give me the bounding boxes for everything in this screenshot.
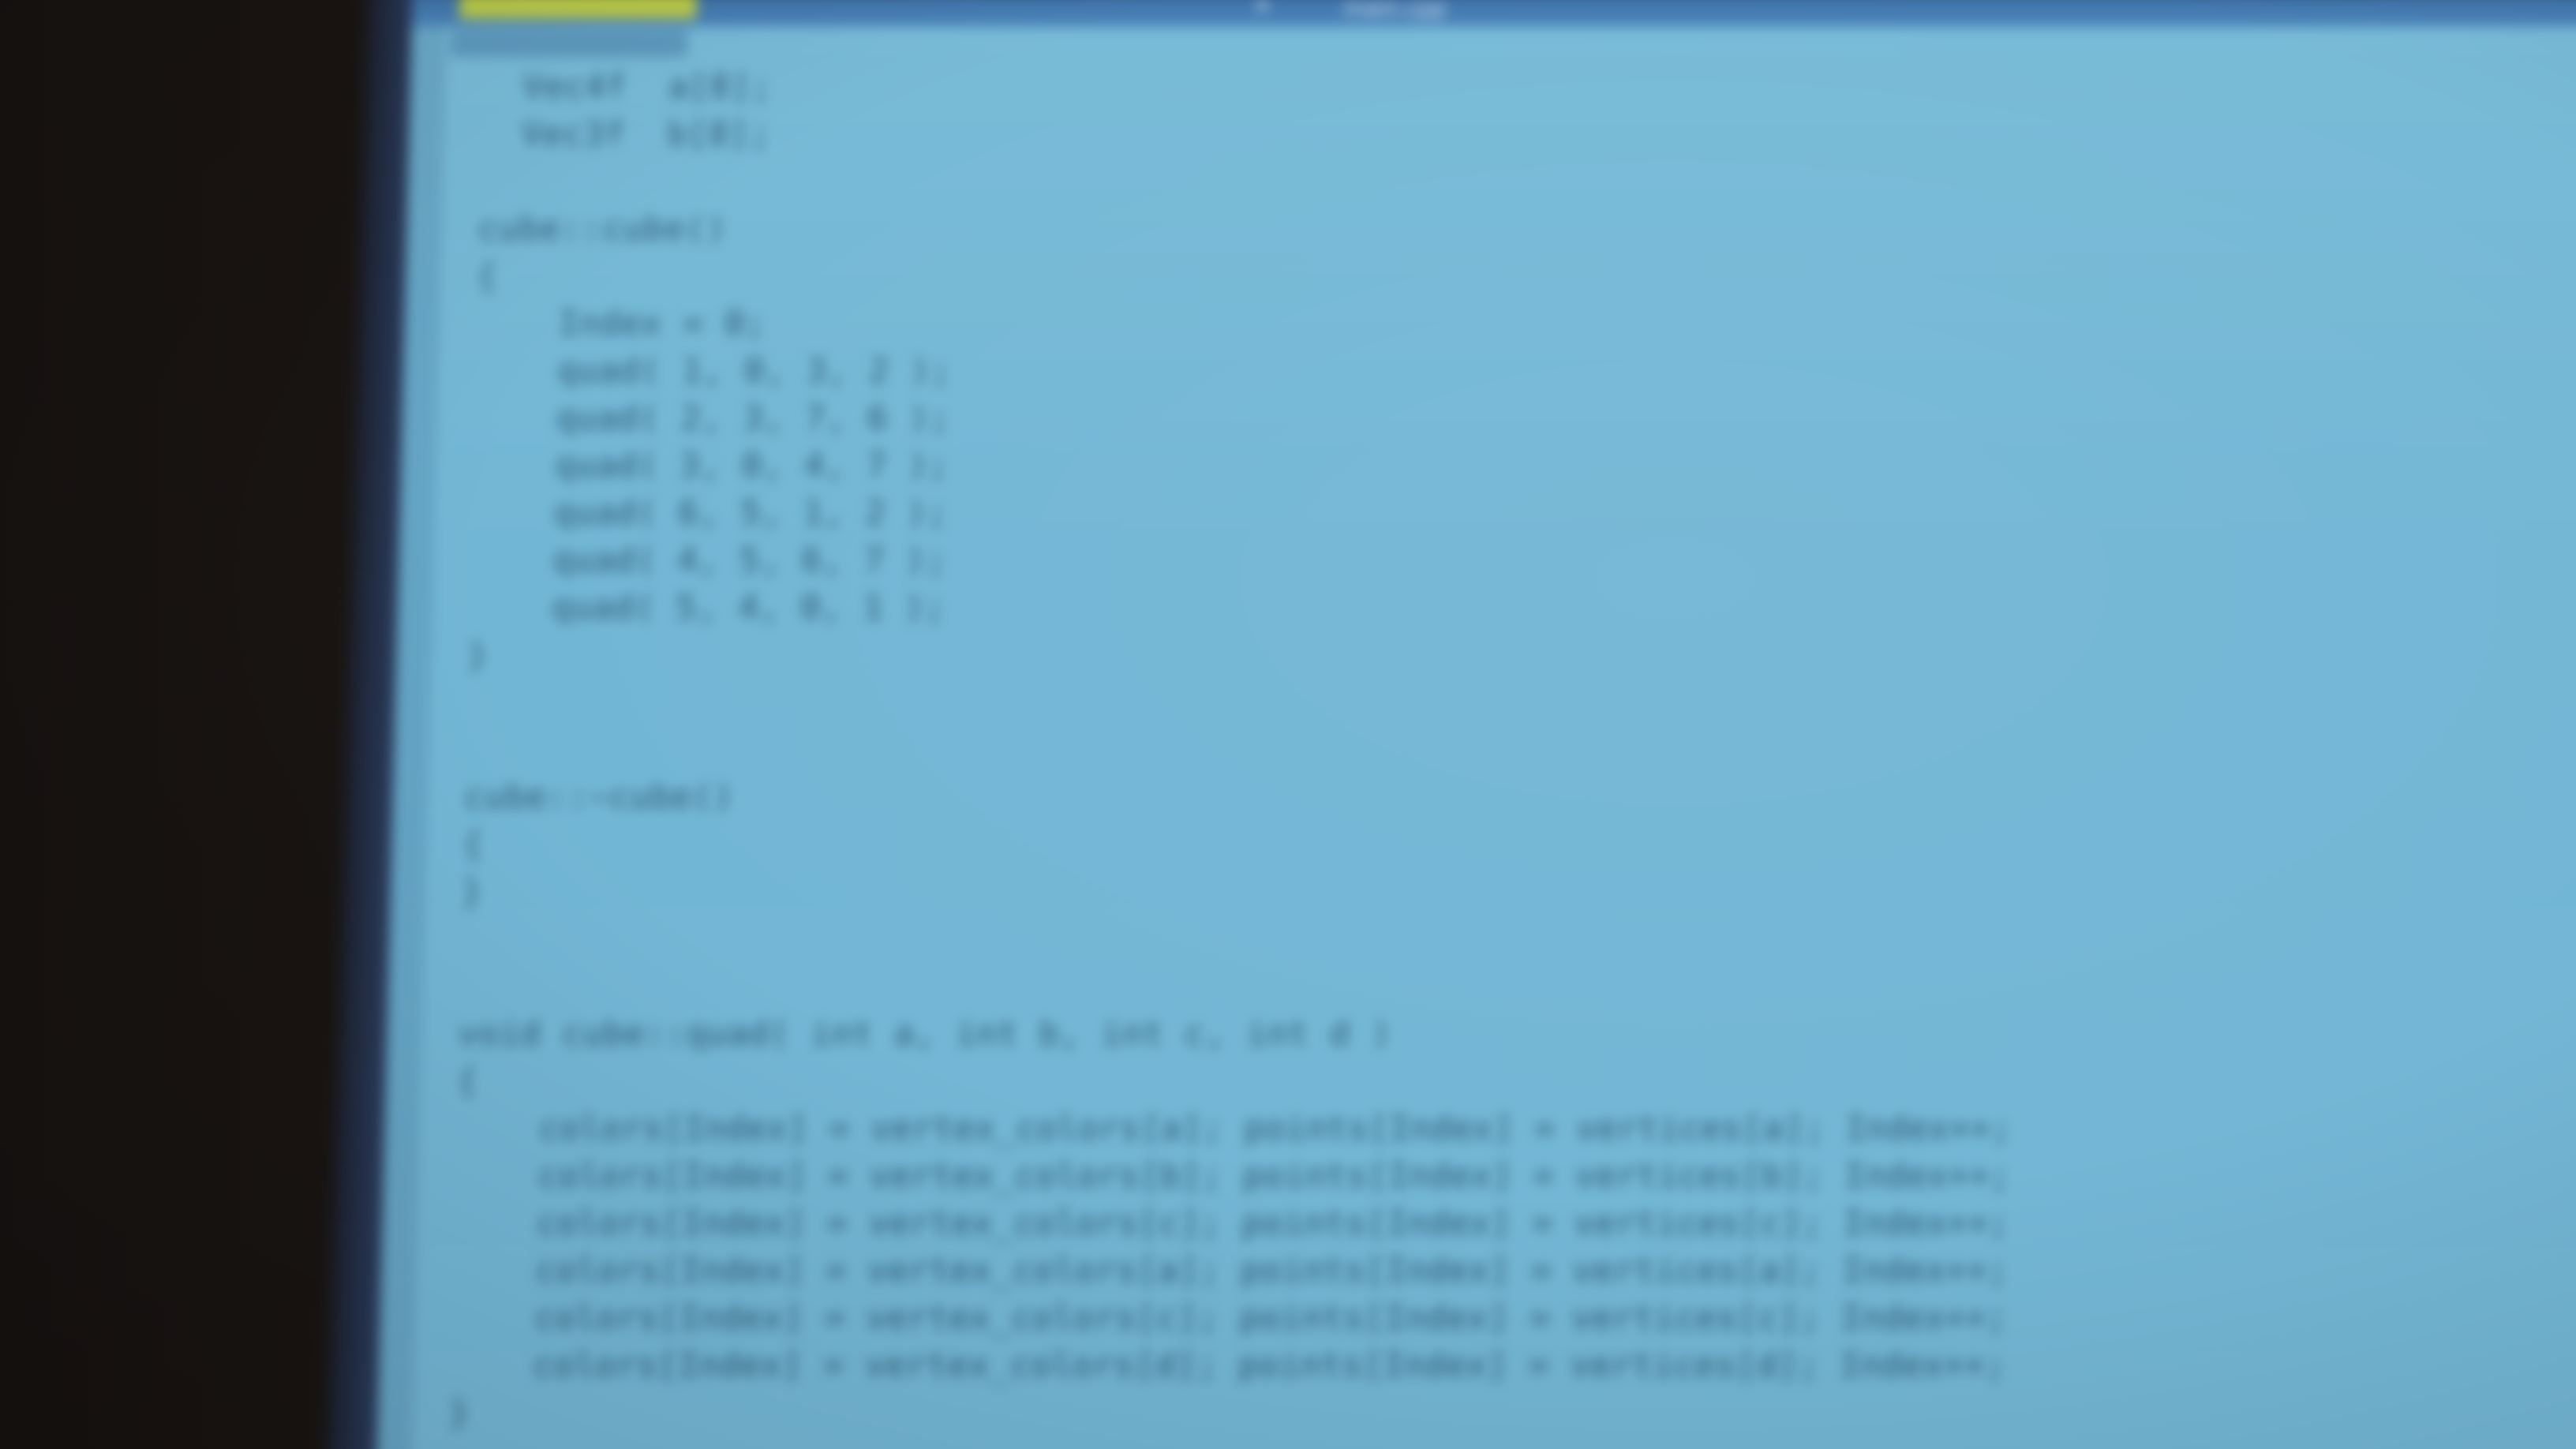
code-line[interactable]: Vec3f b[8]; xyxy=(480,110,2037,158)
code-line[interactable]: } xyxy=(461,868,2018,915)
code-line[interactable] xyxy=(459,963,2016,1010)
code-line[interactable] xyxy=(478,158,2035,205)
code-line[interactable]: Vec4f a[8]; xyxy=(481,63,2038,110)
code-line[interactable]: colors[Index] = vertex_colors[c]; points… xyxy=(451,1294,2008,1342)
code-line[interactable]: quad( 5, 4, 0, 1 ); xyxy=(468,584,2025,631)
code-line[interactable]: cube::~cube() xyxy=(463,773,2020,821)
code-line[interactable]: quad( 4, 5, 6, 7 ); xyxy=(470,537,2027,584)
code-line[interactable]: colors[Index] = vertex_colors[b]; points… xyxy=(455,1152,2012,1200)
code-line[interactable]: quad( 2, 3, 7, 6 ); xyxy=(473,395,2030,442)
code-line[interactable]: quad( 3, 0, 4, 7 ); xyxy=(472,442,2029,489)
code-line[interactable]: colors[Index] = vertex_colors[a]; points… xyxy=(452,1247,2009,1294)
code-editor-window: ▾ main.cpp Vec4f a[8]; Vec3f b[8];cube::… xyxy=(376,0,2576,1449)
photo-of-monitor: ▾ main.cpp Vec4f a[8]; Vec3f b[8];cube::… xyxy=(0,0,2576,1449)
code-line[interactable]: { xyxy=(476,253,2033,300)
selected-scope-highlight xyxy=(450,30,688,57)
code-line[interactable]: { xyxy=(457,1058,2014,1105)
code-line[interactable]: void cube::quad( int a, int b, int c, in… xyxy=(458,1010,2015,1058)
active-tab[interactable] xyxy=(459,0,697,19)
code-line[interactable]: quad( 1, 0, 3, 2 ); xyxy=(474,347,2031,395)
code-line[interactable]: } xyxy=(467,631,2024,679)
code-line[interactable]: colors[Index] = vertex_colors[c]; points… xyxy=(453,1200,2010,1247)
code-line[interactable] xyxy=(466,679,2023,726)
tab-dropdown-icon[interactable]: ▾ xyxy=(1256,0,1281,27)
code-line[interactable] xyxy=(460,915,2017,963)
code-line[interactable]: Index = 0; xyxy=(475,300,2032,347)
code-line[interactable] xyxy=(465,726,2022,773)
code-area[interactable]: Vec4f a[8]; Vec3f b[8]; cube::cube(){ Ind… xyxy=(448,63,2038,1436)
code-line[interactable]: colors[Index] = vertex_colors[a]; points… xyxy=(455,1105,2012,1152)
code-line[interactable]: quad( 6, 5, 1, 2 ); xyxy=(470,489,2027,537)
editor-tab-bar: ▾ main.cpp xyxy=(411,0,2576,27)
tab-title[interactable]: main.cpp xyxy=(1343,0,1447,21)
code-line[interactable]: } xyxy=(448,1389,2005,1436)
code-line[interactable]: colors[Index] = vertex_colors[d]; points… xyxy=(450,1342,2007,1389)
code-line[interactable]: { xyxy=(462,821,2020,868)
code-line[interactable]: cube::cube() xyxy=(477,205,2035,253)
